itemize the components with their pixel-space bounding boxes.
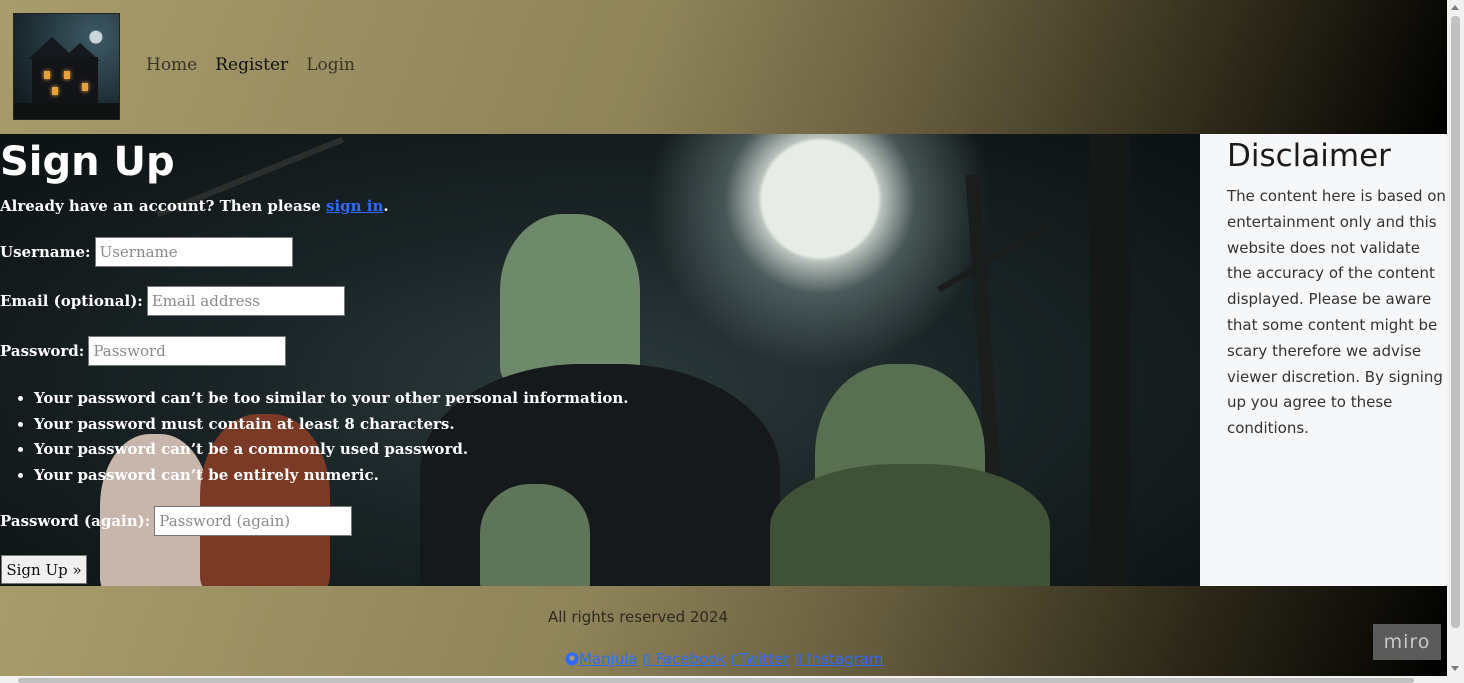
- username-input[interactable]: [94, 237, 293, 267]
- facebook-link[interactable]: ▯ Facebook: [642, 650, 726, 668]
- nav-register-link[interactable]: Register: [215, 55, 288, 75]
- nav-login-link[interactable]: Login: [306, 55, 355, 75]
- vertical-scrollbar[interactable]: [1447, 0, 1464, 676]
- disclaimer-panel: Disclaimer The content here is based on …: [1200, 134, 1447, 586]
- signin-link[interactable]: sign in: [326, 197, 383, 215]
- password-row: Password:: [0, 336, 287, 366]
- horizontal-scroll-thumb[interactable]: [18, 678, 1414, 683]
- signup-form: Sign Up Already have an account? Then pl…: [0, 134, 650, 586]
- horizontal-scrollbar[interactable]: [0, 676, 1464, 683]
- instagram-link-label: Instagram: [807, 650, 884, 668]
- password-again-label: Password (again):: [0, 512, 151, 530]
- main-nav: Home Register Login: [146, 55, 355, 75]
- password-again-input[interactable]: [154, 506, 353, 536]
- site-header: Home Register Login: [0, 0, 1447, 134]
- haunted-house-logo[interactable]: [13, 13, 120, 120]
- scroll-down-icon[interactable]: [1451, 666, 1459, 671]
- vertical-scroll-thumb[interactable]: [1451, 16, 1460, 628]
- password-rules-list: Your password can’t be too similar to yo…: [34, 386, 629, 488]
- instagram-icon: ▯: [794, 650, 803, 668]
- username-label: Username:: [0, 243, 91, 261]
- password-label: Password:: [0, 342, 85, 360]
- signin-prompt-suffix: .: [383, 197, 389, 215]
- disclaimer-title: Disclaimer: [1227, 138, 1391, 174]
- password-again-row: Password (again):: [0, 506, 353, 536]
- username-row: Username:: [0, 237, 293, 267]
- site-footer: All rights reserved 2024 Manjula ▯ Faceb…: [0, 586, 1447, 676]
- hero-background: Sign Up Already have an account? Then pl…: [0, 134, 1200, 586]
- email-label: Email (optional):: [0, 292, 143, 310]
- signup-submit-button[interactable]: Sign Up »: [1, 555, 87, 584]
- signin-prompt-text: Already have an account? Then please: [0, 197, 327, 215]
- password-input[interactable]: [88, 336, 287, 366]
- github-link-label: Manjula: [579, 650, 638, 668]
- password-rule: Your password must contain at least 8 ch…: [34, 412, 629, 438]
- email-input[interactable]: [146, 286, 345, 316]
- disclaimer-text: The content here is based on entertainme…: [1227, 187, 1446, 438]
- scroll-up-icon[interactable]: [1451, 5, 1459, 10]
- github-icon: [565, 652, 579, 666]
- password-rule: Your password can’t be too similar to yo…: [34, 386, 629, 412]
- instagram-link[interactable]: ▯ Instagram: [794, 650, 883, 668]
- nav-home-link[interactable]: Home: [146, 55, 197, 75]
- password-rule: Your password can’t be entirely numeric.: [34, 463, 629, 489]
- copyright-text: All rights reserved 2024: [548, 608, 729, 626]
- signin-prompt: Already have an account? Then please sig…: [0, 197, 389, 215]
- password-rule: Your password can’t be a commonly used p…: [34, 437, 629, 463]
- facebook-icon: ▯: [642, 650, 651, 668]
- facebook-link-label: Facebook: [655, 650, 726, 668]
- miro-badge[interactable]: miro: [1373, 624, 1441, 660]
- twitter-icon: ▯: [730, 650, 740, 668]
- github-link[interactable]: Manjula: [565, 650, 638, 668]
- page-title: Sign Up: [0, 139, 175, 185]
- email-row: Email (optional):: [0, 286, 345, 316]
- social-links: Manjula ▯ Facebook ▯Twitter ▯ Instagram: [565, 650, 883, 668]
- twitter-link[interactable]: ▯Twitter: [731, 650, 790, 668]
- twitter-link-label: Twitter: [739, 650, 790, 668]
